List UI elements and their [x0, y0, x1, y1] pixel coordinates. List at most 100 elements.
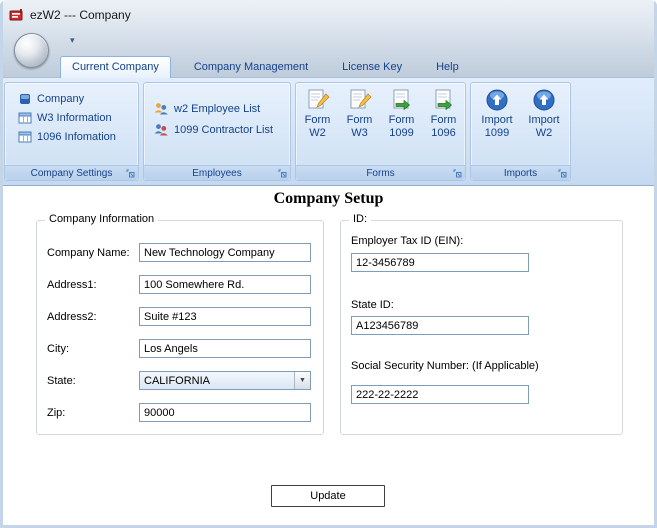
- dialog-launcher-icon[interactable]: [278, 169, 287, 178]
- ribbon-item-1099-contractor-list[interactable]: 1099 Contractor List: [144, 119, 290, 140]
- table-icon: [18, 111, 32, 125]
- state-select-value: CALIFORNIA: [144, 374, 211, 387]
- company-information-groupbox: Company Information Company Name: Addres…: [36, 213, 324, 435]
- state-id-label: State ID:: [351, 299, 394, 311]
- state-select[interactable]: CALIFORNIA ▼: [139, 371, 311, 390]
- tab-help[interactable]: Help: [425, 56, 470, 78]
- people-icon: [153, 101, 169, 116]
- group-title: Company Settings: [30, 168, 113, 179]
- dialog-launcher-icon[interactable]: [558, 169, 567, 178]
- group-title: Employees: [192, 168, 242, 179]
- ribbon-item-company[interactable]: Company: [5, 89, 138, 108]
- window-title: ezW2 --- Company: [30, 8, 131, 22]
- address2-input[interactable]: [139, 307, 311, 326]
- ribbon-item-w2-employee-list[interactable]: w2 Employee List: [144, 98, 290, 119]
- form-arrow-icon: [390, 88, 414, 112]
- ribbon-item-label: Form: [430, 114, 457, 126]
- form-pencil-icon: [348, 88, 372, 112]
- form-pencil-icon: [306, 88, 330, 112]
- group-forms: Form W2 Form W3 Form 1099 Form 1096 Form…: [295, 82, 466, 181]
- state-label: State:: [47, 375, 76, 387]
- ribbon-item-label: Form: [346, 114, 373, 126]
- ribbon-item-label: 1099: [484, 127, 510, 139]
- ribbon-item-label: W2: [309, 127, 326, 139]
- table-icon: [18, 130, 32, 144]
- ribbon-item-label: W3: [351, 127, 368, 139]
- tab-license-key[interactable]: License Key: [331, 56, 413, 78]
- ribbon-item-label: 1096 Infomation: [37, 130, 116, 143]
- ribbon-item-label: 1096: [431, 127, 456, 139]
- field-row: State: CALIFORNIA ▼: [47, 371, 317, 391]
- app-menu-orb[interactable]: [14, 33, 49, 68]
- group-employees: w2 Employee List 1099 Contractor List Em…: [143, 82, 291, 181]
- ribbon-item-label: W3 Information: [37, 111, 112, 124]
- ssn-label: Social Security Number: (If Applicable): [351, 360, 539, 372]
- import-icon: [532, 88, 556, 112]
- dialog-launcher-icon[interactable]: [126, 169, 135, 178]
- ribbon-item-form-1099[interactable]: Form 1099: [381, 88, 423, 140]
- group-footer: Company Settings: [5, 165, 138, 180]
- ribbon-item-label: Company: [37, 92, 85, 105]
- group-footer: Imports: [471, 165, 570, 180]
- ribbon-item-import-w2[interactable]: Import W2: [521, 88, 568, 140]
- ribbon-item-label: 1099 Contractor List: [174, 123, 274, 136]
- ribbon: Company W3 Information 1096 Infomation C…: [0, 78, 657, 186]
- dialog-launcher-icon[interactable]: [453, 169, 462, 178]
- company-name-label: Company Name:: [47, 247, 130, 259]
- ribbon-item-label: Form: [388, 114, 415, 126]
- field-row: Address2:: [47, 307, 317, 327]
- ribbon-item-import-1099[interactable]: Import 1099: [474, 88, 521, 140]
- ribbon-item-label: Form: [304, 114, 331, 126]
- ribbon-item-label: 1099: [389, 127, 414, 139]
- ribbon-item-label: w2 Employee List: [174, 102, 261, 115]
- zip-label: Zip:: [47, 407, 66, 419]
- id-groupbox: ID: Employer Tax ID (EIN): State ID: Soc…: [340, 213, 623, 435]
- groupbox-title: Company Information: [45, 213, 159, 225]
- company-icon: [18, 92, 32, 106]
- city-label: City:: [47, 343, 69, 355]
- company-name-input[interactable]: [139, 243, 311, 262]
- update-button[interactable]: Update: [271, 485, 385, 507]
- ribbon-item-label: W2: [535, 127, 553, 139]
- ribbon-tabs: Current Company Company Management Licen…: [60, 56, 470, 78]
- group-footer: Employees: [144, 165, 290, 180]
- content-area: Company Setup Company Information Compan…: [3, 187, 654, 525]
- group-title: Forms: [366, 168, 395, 179]
- ribbon-item-form-w2[interactable]: Form W2: [297, 88, 339, 140]
- app-window: ezW2 --- Company ▾ Current Company Compa…: [0, 0, 657, 528]
- groupbox-title: ID:: [349, 213, 372, 225]
- people-icon: [153, 122, 169, 137]
- ribbon-item-form-1096[interactable]: Form 1096: [423, 88, 465, 140]
- title-bar[interactable]: ezW2 --- Company: [0, 0, 657, 30]
- page-title: Company Setup: [273, 190, 384, 207]
- ribbon-item-label: Import: [528, 114, 560, 126]
- tab-current-company[interactable]: Current Company: [60, 56, 171, 78]
- group-title: Imports: [503, 168, 538, 179]
- app-icon: [9, 8, 24, 23]
- ribbon-item-w3-information[interactable]: W3 Information: [5, 108, 138, 127]
- field-row: City:: [47, 339, 317, 359]
- field-row: Company Name:: [47, 243, 317, 263]
- zip-input[interactable]: [139, 403, 311, 422]
- ssn-input[interactable]: [351, 385, 529, 404]
- group-footer: Forms: [296, 165, 465, 180]
- form-arrow-icon: [432, 88, 456, 112]
- ribbon-item-form-w3[interactable]: Form W3: [339, 88, 381, 140]
- qat-dropdown-icon[interactable]: ▾: [66, 34, 79, 47]
- group-imports: Import 1099 Import W2 Imports: [470, 82, 571, 181]
- address1-label: Address1:: [47, 279, 97, 291]
- tab-company-management[interactable]: Company Management: [183, 56, 319, 78]
- address1-input[interactable]: [139, 275, 311, 294]
- field-row: Address1:: [47, 275, 317, 295]
- ein-label: Employer Tax ID (EIN):: [351, 235, 464, 247]
- import-icon: [485, 88, 509, 112]
- ein-input[interactable]: [351, 253, 529, 272]
- address2-label: Address2:: [47, 311, 97, 323]
- ribbon-item-1096-information[interactable]: 1096 Infomation: [5, 127, 138, 146]
- field-row: Zip:: [47, 403, 317, 423]
- state-id-input[interactable]: [351, 316, 529, 335]
- chevron-down-icon: ▼: [294, 372, 310, 389]
- group-company-settings: Company W3 Information 1096 Infomation C…: [4, 82, 139, 181]
- ribbon-item-label: Import: [481, 114, 513, 126]
- city-input[interactable]: [139, 339, 311, 358]
